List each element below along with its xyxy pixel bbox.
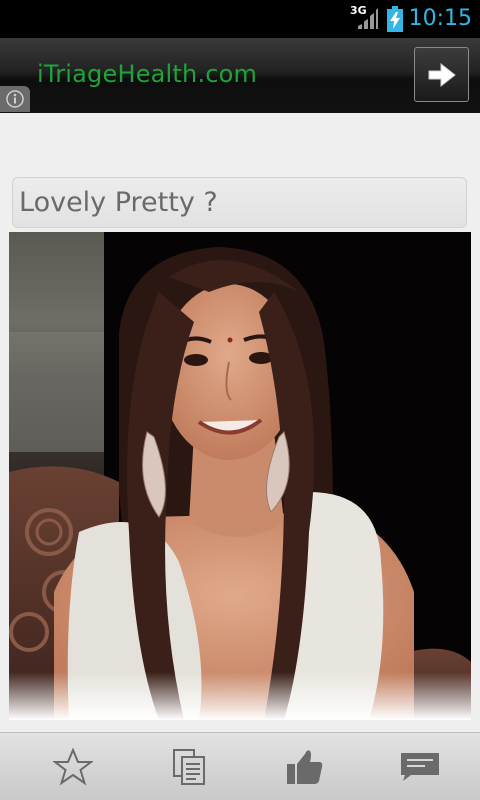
app-screen: 3G 10:15 iTriageHealth.com Lovely Pretty… (0, 0, 480, 800)
copy-button[interactable] (129, 733, 249, 800)
signal-bars-icon (358, 8, 378, 29)
thumbs-up-icon (287, 750, 323, 784)
ad-banner[interactable]: iTriageHealth.com (0, 38, 480, 113)
info-glyph (6, 90, 24, 108)
post-photo[interactable] (9, 232, 471, 720)
favorite-button[interactable] (13, 733, 133, 800)
copy-icon (173, 749, 205, 785)
bottom-action-bar (0, 732, 480, 800)
post-title-box: Lovely Pretty ? (12, 177, 467, 228)
comment-button[interactable] (360, 733, 480, 800)
ad-arrow-button[interactable] (414, 47, 469, 102)
like-button[interactable] (245, 733, 365, 800)
post-title: Lovely Pretty ? (19, 187, 218, 218)
battery-charging-icon (387, 6, 403, 32)
status-bar: 3G 10:15 (0, 0, 480, 38)
clock: 10:15 (408, 6, 472, 31)
star-icon (53, 748, 93, 786)
portrait-image (9, 232, 471, 720)
comment-icon (401, 753, 439, 781)
info-icon[interactable] (0, 86, 30, 112)
arrow-right-icon (428, 62, 456, 87)
ad-text[interactable]: iTriageHealth.com (37, 60, 257, 88)
